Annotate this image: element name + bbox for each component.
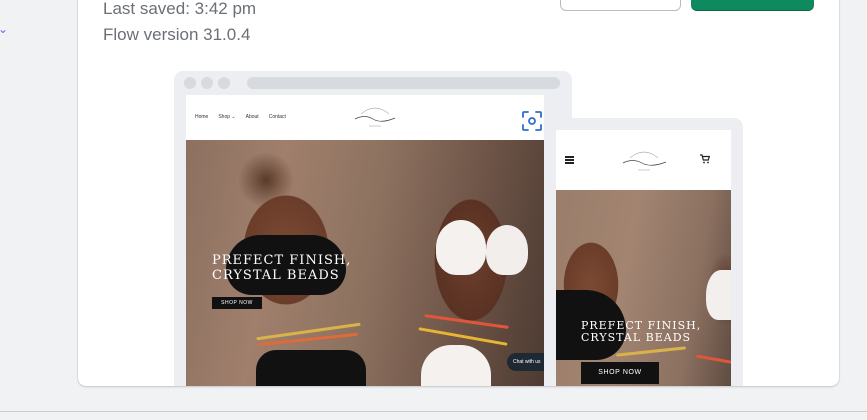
hero-photo-detail (256, 350, 366, 386)
waist-bead (696, 354, 731, 365)
window-dot (201, 77, 213, 89)
mobile-hero-headline: PREFECT FINISH, CRYSTAL BEADS (581, 319, 702, 344)
hamburger-menu-icon[interactable] (565, 156, 574, 164)
store-header: Home Shop ⌄ About Contact (186, 95, 544, 140)
chevron-down-icon: ⌄ (231, 114, 236, 120)
last-saved-text: Last saved: 3:42 pm (103, 0, 257, 18)
store-nav: Home Shop ⌄ About Contact (195, 114, 286, 120)
waist-bead (616, 346, 686, 357)
url-bar (247, 77, 560, 89)
desktop-preview-frame: Home Shop ⌄ About Contact PREFECT FINISH… (174, 71, 572, 386)
hero-photo-detail (486, 225, 528, 275)
window-dot (184, 77, 196, 89)
cart-icon[interactable] (700, 154, 711, 167)
window-controls (184, 77, 230, 89)
mobile-shop-now-button[interactable]: SHOP NOW (581, 362, 659, 384)
secondary-action-button[interactable] (560, 0, 681, 11)
desktop-preview-screen: Home Shop ⌄ About Contact PREFECT FINISH… (186, 95, 544, 386)
waist-bead (424, 314, 509, 329)
hero-photo-detail (421, 345, 491, 386)
hero-headline: PREFECT FINISH, CRYSTAL BEADS (212, 253, 352, 283)
mobile-preview-frame: PREFECT FINISH, CRYSTAL BEADS SHOP NOW (546, 118, 743, 386)
waist-bead (418, 327, 508, 346)
hero-banner: PREFECT FINISH, CRYSTAL BEADS SHOP NOW C… (186, 140, 544, 386)
page-divider (0, 411, 867, 412)
mobile-store-header (556, 130, 731, 190)
hero-photo-detail (706, 270, 731, 320)
primary-action-button[interactable] (691, 0, 814, 11)
hero-photo-detail (436, 220, 486, 275)
flow-preview-card: Last saved: 3:42 pm Flow version 31.0.4 … (78, 0, 839, 386)
mobile-store-logo (618, 148, 670, 179)
shop-now-button[interactable]: SHOP NOW (212, 297, 262, 309)
nav-link-about[interactable]: About (246, 114, 259, 120)
store-logo-mark (354, 107, 396, 127)
store-logo (351, 104, 399, 135)
mobile-hero-banner: PREFECT FINISH, CRYSTAL BEADS SHOP NOW (556, 190, 731, 386)
nav-link-shop[interactable]: Shop ⌄ (218, 114, 235, 120)
nav-link-home[interactable]: Home (195, 114, 208, 120)
chat-widget-button[interactable]: Chat with us (507, 353, 544, 371)
store-logo-mark (622, 151, 667, 171)
nav-link-contact[interactable]: Contact (269, 114, 286, 120)
left-edge-mark: ⌄ (0, 22, 9, 36)
window-dot (218, 77, 230, 89)
flow-version-text: Flow version 31.0.4 (103, 25, 251, 44)
scan-icon[interactable] (522, 111, 542, 131)
mobile-preview-screen: PREFECT FINISH, CRYSTAL BEADS SHOP NOW (556, 130, 731, 386)
